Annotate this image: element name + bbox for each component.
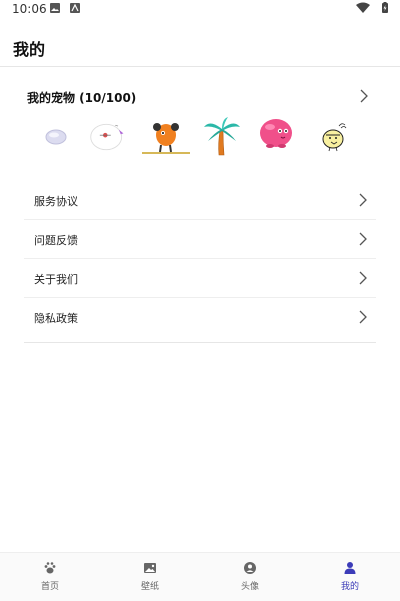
nav-item-mine[interactable]: 我的: [320, 557, 380, 597]
status-time: 10:06: [12, 2, 47, 16]
menu-item-privacy-policy[interactable]: 隐私政策: [24, 298, 376, 336]
avatar-icon: [244, 562, 256, 574]
nav-item-wallpaper[interactable]: 壁纸: [120, 557, 180, 597]
orange-creature-pet-icon[interactable]: [142, 115, 190, 159]
nav-label: 壁纸: [140, 582, 159, 592]
chevron-right-icon: [359, 193, 367, 207]
orbit-pet-icon[interactable]: [88, 115, 128, 159]
bird-pet-icon[interactable]: [314, 115, 354, 159]
status-bar: 10:06: [0, 0, 400, 18]
app-notification-icon: [70, 3, 80, 13]
image-notification-icon: [50, 3, 60, 13]
battery-icon: [382, 2, 388, 13]
palm-tree-pet-icon[interactable]: [202, 115, 242, 159]
page-title: 我的: [13, 40, 46, 59]
image-icon: [144, 563, 156, 573]
chevron-right-icon[interactable]: [357, 89, 371, 103]
header-divider: [0, 66, 400, 67]
nav-item-home[interactable]: 首页: [20, 557, 80, 597]
menu-item-service-agreement[interactable]: 服务协议: [24, 181, 376, 220]
nav-item-avatar[interactable]: 头像: [220, 557, 280, 597]
menu-divider: [24, 342, 376, 343]
bottom-nav: 首页 壁纸 头像 我的: [0, 552, 400, 601]
pink-blob-pet-icon[interactable]: [256, 115, 296, 159]
menu-item-about-us[interactable]: 关于我们: [24, 259, 376, 298]
chevron-right-icon: [359, 232, 367, 246]
status-right-icons: [356, 2, 390, 17]
menu-item-label: 服务协议: [34, 195, 78, 208]
pets-row: [0, 115, 400, 161]
person-icon: [344, 562, 356, 574]
chevron-right-icon: [359, 310, 367, 324]
nav-label: 首页: [40, 582, 59, 592]
menu-item-label: 隐私政策: [34, 312, 78, 325]
paw-icon: [44, 562, 56, 574]
nav-label: 头像: [240, 582, 259, 592]
pets-section-title[interactable]: 我的宠物 (10/100): [27, 89, 136, 106]
chevron-right-icon: [359, 271, 367, 285]
pebble-pet-icon[interactable]: [36, 115, 76, 159]
menu-item-feedback[interactable]: 问题反馈: [24, 220, 376, 259]
wifi-icon: [356, 2, 371, 13]
settings-menu: 服务协议 问题反馈 关于我们 隐私政策: [24, 181, 376, 336]
menu-item-label: 关于我们: [34, 273, 78, 286]
menu-item-label: 问题反馈: [34, 234, 78, 247]
nav-label: 我的: [340, 582, 359, 592]
